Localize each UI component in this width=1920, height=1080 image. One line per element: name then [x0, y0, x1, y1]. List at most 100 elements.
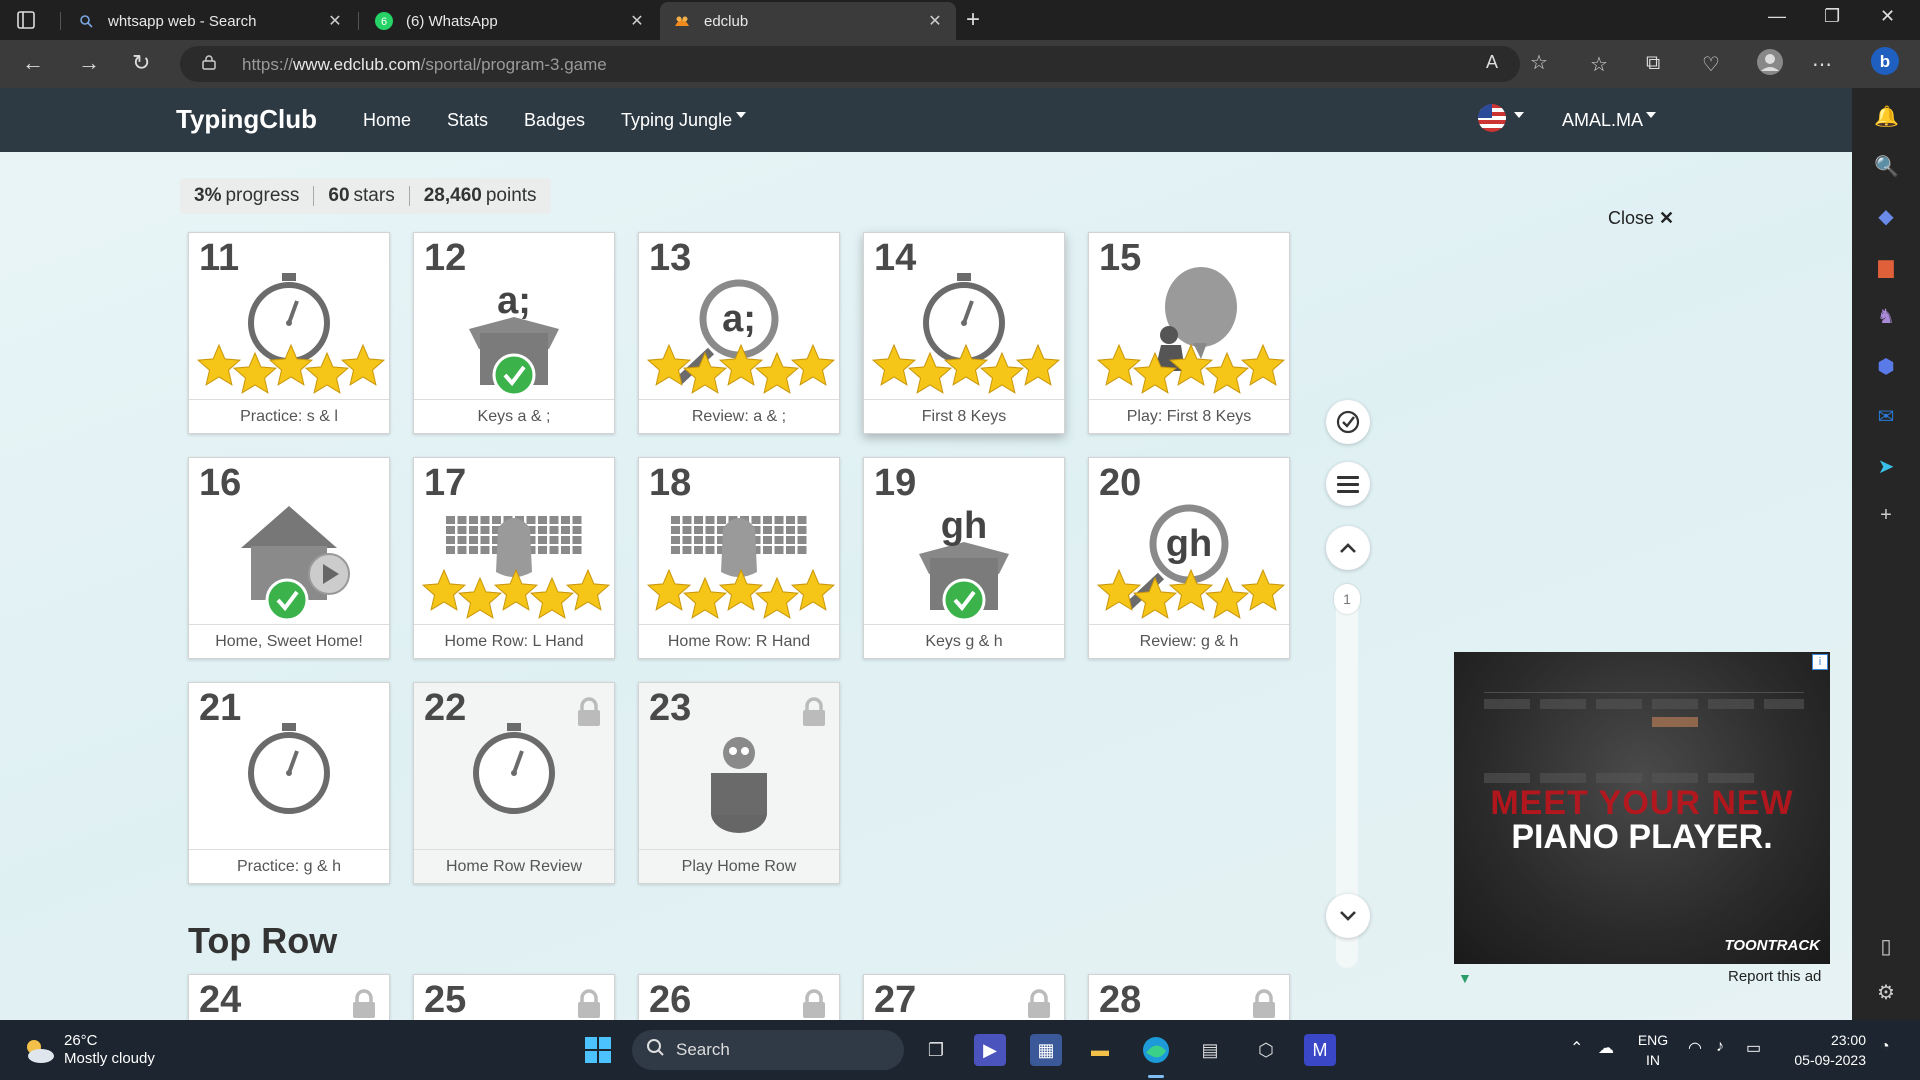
forward-button[interactable]: →: [78, 50, 100, 76]
nav-typing-jungle[interactable]: Typing Jungle: [621, 110, 732, 131]
url-input[interactable]: https://www.edclub.com/sportal/program-3…: [180, 46, 1548, 82]
lesson-card[interactable]: 14 First 8 Keys: [863, 232, 1065, 434]
progress-summary: 3% progress 60 stars 28,460 points: [180, 178, 551, 214]
chevron-down-icon[interactable]: [1514, 112, 1524, 118]
lesson-card[interactable]: 23 Play Home Row: [638, 682, 840, 884]
scroll-up-button[interactable]: [1326, 526, 1370, 570]
lesson-caption: Play: First 8 Keys: [1089, 399, 1289, 433]
notification-center-icon[interactable]: ◔: [1880, 1038, 1890, 1056]
lesson-art: [864, 263, 1064, 397]
ad-info-icon[interactable]: i: [1812, 654, 1828, 670]
app-m-icon[interactable]: M: [1304, 1034, 1336, 1066]
lesson-card[interactable]: 22 Home Row Review: [413, 682, 615, 884]
volume-icon[interactable]: ♪: [1716, 1038, 1724, 1056]
lesson-card[interactable]: 11 Practice: s & l: [188, 232, 390, 434]
lesson-card[interactable]: 12 a; Keys a & ;: [413, 232, 615, 434]
scroll-down-button[interactable]: [1326, 894, 1370, 938]
lesson-card-locked[interactable]: 28: [1088, 974, 1290, 1020]
close-ad-button[interactable]: Close ✕: [1608, 208, 1674, 229]
clock[interactable]: 23:00 05-09-2023: [1786, 1030, 1866, 1070]
lesson-card[interactable]: 15 Play: First 8 Keys: [1088, 232, 1290, 434]
advertisement[interactable]: i MEET YOUR NEW PIANO PLAYER. TOONTRACK: [1454, 652, 1830, 964]
search-icon[interactable]: 🔍: [1874, 154, 1899, 178]
lesson-card-locked[interactable]: 26: [638, 974, 840, 1020]
app-icon[interactable]: ▦: [1030, 1034, 1062, 1066]
page-indicator[interactable]: 1: [1334, 584, 1360, 614]
site-nav: TypingClub Home Stats Badges Typing Jung…: [0, 88, 1852, 152]
lesson-card-locked[interactable]: 25: [413, 974, 615, 1020]
read-aloud-icon[interactable]: A: [1486, 52, 1498, 73]
edge-icon[interactable]: [1140, 1034, 1172, 1066]
browser-essentials-icon[interactable]: ♡: [1702, 52, 1720, 77]
back-button[interactable]: ←: [22, 50, 44, 76]
url-text: https://www.edclub.com/sportal/program-3…: [242, 55, 607, 75]
battery-icon[interactable]: ▭: [1746, 1038, 1761, 1058]
nav-home[interactable]: Home: [363, 110, 411, 131]
time: 23:00: [1830, 1032, 1866, 1048]
star-icon: [1132, 576, 1178, 619]
sidebar-toggle-icon[interactable]: ▯: [1874, 934, 1898, 958]
tools-icon[interactable]: ▆: [1874, 254, 1898, 278]
close-tab-icon[interactable]: ✕: [326, 11, 344, 31]
favorites-icon[interactable]: ☆: [1590, 52, 1608, 77]
notifications-icon[interactable]: 🔔: [1874, 104, 1899, 128]
microsoft365-icon[interactable]: ⬢: [1874, 354, 1898, 378]
lesson-card[interactable]: 18 Home Row: R Hand: [638, 457, 840, 659]
store-icon[interactable]: ▤: [1194, 1034, 1226, 1066]
more-icon[interactable]: ⋯: [1812, 52, 1832, 77]
file-explorer-icon[interactable]: ▬: [1084, 1034, 1116, 1066]
search-icon: [646, 1038, 664, 1061]
site-logo[interactable]: TypingClub: [176, 104, 317, 135]
lesson-card-locked[interactable]: 27: [863, 974, 1065, 1020]
tab-whatsapp[interactable]: 6 (6) WhatsApp ✕: [362, 2, 658, 40]
menu-button[interactable]: [1326, 462, 1370, 506]
wifi-icon[interactable]: ◠: [1688, 1038, 1702, 1058]
windows-start-icon[interactable]: [582, 1034, 614, 1066]
lesson-card[interactable]: 16 Home, Sweet Home!: [188, 457, 390, 659]
tab-actions-icon[interactable]: [14, 8, 46, 32]
outlook-icon[interactable]: ✉: [1874, 404, 1898, 428]
teams-icon[interactable]: ▶: [974, 1034, 1006, 1066]
minimize-button[interactable]: —: [1768, 6, 1786, 27]
close-tab-icon[interactable]: ✕: [628, 11, 646, 31]
add-favorite-icon[interactable]: ☆: [1530, 50, 1548, 75]
us-flag-icon[interactable]: [1478, 104, 1506, 132]
onedrive-icon[interactable]: ☁: [1598, 1038, 1614, 1058]
whatsapp-icon: 6: [374, 11, 394, 31]
lesson-card-locked[interactable]: 24: [188, 974, 390, 1020]
lesson-card[interactable]: 19 gh Keys g & h: [863, 457, 1065, 659]
profile-icon[interactable]: [1756, 48, 1784, 82]
drop-icon[interactable]: ➤: [1874, 454, 1898, 478]
lesson-card[interactable]: 20 gh Review: g & h: [1088, 457, 1290, 659]
tab-edclub[interactable]: edclub ✕: [660, 2, 956, 40]
language-indicator[interactable]: ENG IN: [1636, 1030, 1670, 1070]
settings-gear-icon[interactable]: ⚙: [1874, 980, 1898, 1004]
games-icon[interactable]: ♞: [1874, 304, 1898, 328]
add-icon[interactable]: +: [1874, 504, 1898, 528]
taskbar-search[interactable]: Search: [632, 1030, 904, 1070]
lesson-card[interactable]: 17 Home Row: L Hand: [413, 457, 615, 659]
completed-filter-button[interactable]: [1326, 400, 1370, 444]
check-icon: [265, 578, 309, 622]
tab-search[interactable]: whtsapp web - Search ✕: [64, 2, 356, 40]
user-menu[interactable]: AMAL.MA: [1562, 110, 1643, 131]
chevron-up-icon[interactable]: ⌃: [1570, 1038, 1583, 1058]
task-view-icon[interactable]: ❐: [920, 1034, 952, 1066]
nav-stats[interactable]: Stats: [447, 110, 488, 131]
refresh-button[interactable]: ↻: [132, 50, 150, 76]
adchoices-icon[interactable]: ▼: [1458, 970, 1472, 986]
lesson-card[interactable]: 21 Practice: g & h: [188, 682, 390, 884]
shopping-icon[interactable]: ◆: [1874, 204, 1898, 228]
app-hex-icon[interactable]: ⬡: [1250, 1034, 1282, 1066]
lesson-art: [414, 713, 614, 847]
copilot-icon[interactable]: b: [1870, 46, 1900, 82]
lesson-card[interactable]: 13 a; Review: a & ;: [638, 232, 840, 434]
close-window-button[interactable]: ✕: [1880, 6, 1895, 27]
new-tab-button[interactable]: +: [966, 6, 980, 34]
collections-icon[interactable]: ⧉: [1646, 52, 1660, 75]
lesson-number: 26: [649, 979, 692, 1020]
close-tab-icon[interactable]: ✕: [926, 11, 944, 31]
restore-button[interactable]: ❐: [1824, 6, 1840, 27]
nav-badges[interactable]: Badges: [524, 110, 585, 131]
report-ad-link[interactable]: Report this ad: [1728, 968, 1821, 985]
